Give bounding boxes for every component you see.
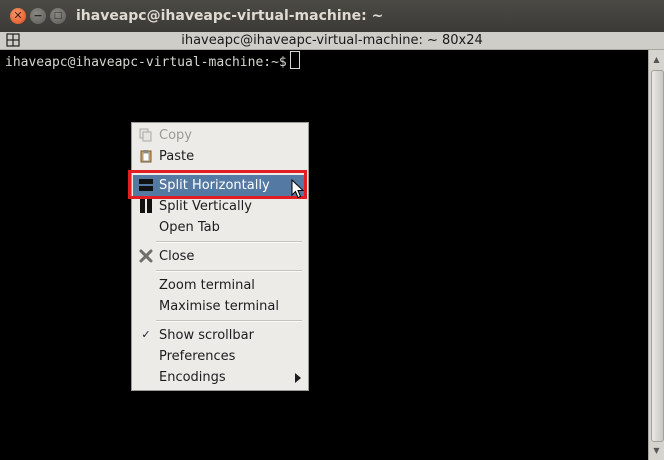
context-menu: Copy Paste Split Horizontally Split Vert… [131, 122, 309, 391]
scrollbar-thumb[interactable] [651, 70, 664, 442]
menu-separator [156, 241, 302, 243]
scrollbar[interactable]: ▲ ▼ [648, 50, 664, 460]
split-vertical-icon [139, 199, 153, 213]
mouse-pointer-icon [291, 178, 305, 199]
menu-item-zoom-terminal[interactable]: Zoom terminal [133, 275, 307, 296]
window-close-button[interactable]: ✕ [10, 8, 26, 24]
window-title: ihaveapc@ihaveapc-virtual-machine: ~ [76, 8, 384, 24]
menu-item-label: Split Vertically [159, 199, 252, 214]
menu-item-label: Open Tab [159, 220, 220, 235]
menu-item-split-vertically[interactable]: Split Vertically [133, 196, 307, 217]
window-minimize-button[interactable]: − [30, 8, 46, 24]
menu-item-show-scrollbar[interactable]: ✓ Show scrollbar [133, 325, 307, 346]
prompt-text: ihaveapc@ihaveapc-virtual-machine:~$ [5, 55, 287, 70]
scroll-down-arrow-icon[interactable]: ▼ [651, 445, 662, 456]
menu-item-label: Paste [159, 149, 195, 164]
checkmark-icon: ✓ [141, 328, 151, 341]
menu-separator [156, 320, 302, 322]
copy-icon [139, 128, 153, 142]
terminal-titlebar: ihaveapc@ihaveapc-virtual-machine: ~ 80x… [0, 32, 664, 50]
paste-icon [139, 149, 153, 163]
terminal-title: ihaveapc@ihaveapc-virtual-machine: ~ 80x… [181, 33, 483, 48]
close-icon [139, 249, 153, 263]
highlight-box [128, 170, 307, 199]
menu-item-label: Show scrollbar [159, 328, 254, 343]
menu-item-preferences[interactable]: Preferences [133, 346, 307, 367]
menu-item-label: Encodings [159, 370, 226, 385]
menu-item-paste[interactable]: Paste [133, 146, 307, 167]
shell-prompt: ihaveapc@ihaveapc-virtual-machine:~$ [5, 51, 300, 71]
text-cursor [289, 51, 300, 69]
menu-item-close[interactable]: Close [133, 246, 307, 267]
menu-item-label: Preferences [159, 349, 236, 364]
menu-item-label: Copy [159, 128, 192, 143]
submenu-arrow-icon [295, 373, 301, 383]
menu-item-label: Maximise terminal [159, 299, 279, 314]
window-titlebar: ✕ − □ ihaveapc@ihaveapc-virtual-machine:… [0, 0, 664, 32]
menu-separator [156, 270, 302, 272]
terminal-area[interactable]: ihaveapc@ihaveapc-virtual-machine:~$ [0, 50, 648, 460]
menu-item-copy[interactable]: Copy [133, 125, 307, 146]
menu-item-label: Close [159, 249, 195, 264]
menu-item-maximise-terminal[interactable]: Maximise terminal [133, 296, 307, 317]
scroll-up-arrow-icon[interactable]: ▲ [651, 54, 662, 65]
menu-item-label: Zoom terminal [159, 278, 255, 293]
menu-item-open-tab[interactable]: Open Tab [133, 217, 307, 238]
menu-item-encodings[interactable]: Encodings [133, 367, 307, 388]
window-maximize-button[interactable]: □ [50, 8, 66, 24]
